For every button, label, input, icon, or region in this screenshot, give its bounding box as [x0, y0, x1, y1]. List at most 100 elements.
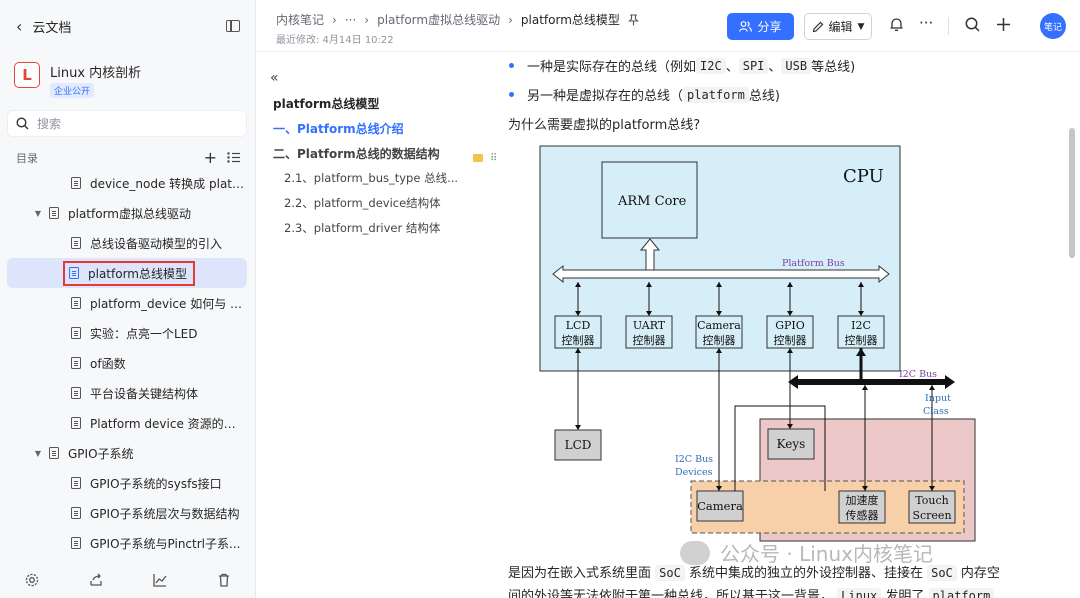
- i2c-devices-label: I2C Bus: [675, 454, 713, 465]
- chevron-right-icon: ›: [508, 12, 513, 27]
- bell-icon[interactable]: [890, 17, 903, 32]
- search-input[interactable]: 搜索: [7, 110, 247, 137]
- bullet-item: 一种是实际存在的总线（例如 I2C 、 SPI 、 USB 等总线): [509, 56, 855, 75]
- back-arrow-icon[interactable]: ‹: [16, 17, 22, 36]
- search-icon[interactable]: [965, 17, 980, 32]
- document-icon: [71, 537, 81, 549]
- outline-item[interactable]: 2.1、platform_bus_type 总线...: [284, 170, 458, 186]
- share-out-icon[interactable]: [89, 573, 103, 587]
- outline-item[interactable]: 一、Platform总线介绍: [273, 120, 404, 137]
- caret-down-icon[interactable]: ▼: [33, 209, 43, 218]
- search-icon: [16, 117, 29, 130]
- i2c-bus-label: I2C Bus: [899, 369, 937, 380]
- knowledge-base[interactable]: L Linux 内核剖析 企业公开: [14, 62, 141, 98]
- settings-icon[interactable]: [25, 573, 39, 587]
- divider: [948, 17, 949, 35]
- add-icon[interactable]: +: [204, 148, 217, 167]
- document-icon: [71, 387, 81, 399]
- tree-item[interactable]: GPIO子系统层次与数据结构: [7, 498, 247, 528]
- crumb-more[interactable]: ···: [345, 13, 356, 27]
- tree-item[interactable]: of函数: [7, 348, 247, 378]
- document-icon: [71, 237, 81, 249]
- chevron-down-icon: ▼: [857, 21, 865, 32]
- arm-core-label: ARM Core: [617, 194, 687, 209]
- document-icon: [49, 207, 59, 219]
- paragraph: 间的外设等无法依附于第一种总线，所以基于这一背景， Linux 发明了 plat…: [508, 585, 995, 598]
- image-toolbar: ⠿: [469, 148, 501, 168]
- tree-item-active[interactable]: platform总线模型: [7, 258, 247, 288]
- camera-label: Camera: [697, 499, 743, 513]
- ctrl-suffix: 控制器: [562, 333, 595, 347]
- people-icon: [739, 21, 753, 32]
- chevron-right-icon: ›: [332, 12, 337, 27]
- gpio-ctrl-label: GPIO: [775, 319, 805, 332]
- lcd-ctrl-label: LCD: [566, 319, 591, 332]
- tree-item[interactable]: ▼ GPIO子系统: [7, 438, 247, 468]
- document-icon: [71, 507, 81, 519]
- platform-bus-label: Platform Bus: [782, 258, 845, 269]
- more-icon[interactable]: ···: [919, 14, 933, 32]
- document-icon: [69, 267, 79, 279]
- crumb-current[interactable]: platform总线模型: [521, 11, 620, 28]
- accel-label: 传感器: [846, 509, 879, 522]
- chevron-right-icon: ›: [364, 12, 370, 27]
- toc-label: 目录: [16, 151, 38, 165]
- edit-button[interactable]: 编辑 ▼: [804, 13, 872, 40]
- keys-label: Keys: [777, 437, 806, 451]
- document-icon: [71, 477, 81, 489]
- tree-item[interactable]: GPIO子系统的sysfs接口: [7, 468, 247, 498]
- tree-item[interactable]: 平台设备关键结构体: [7, 378, 247, 408]
- doc-tree: device_node 转换成 platfor... ▼ platform虚拟总线…: [7, 168, 247, 558]
- document-icon: [71, 357, 81, 369]
- document-icon: [49, 447, 59, 459]
- tree-item[interactable]: 总线设备驱动模型的引入: [7, 228, 247, 258]
- cpu-label: CPU: [843, 166, 884, 187]
- document-icon: [71, 417, 81, 429]
- sidebar: ‹ 云文档 L Linux 内核剖析 企业公开 搜索 目录 + device_n…: [0, 0, 256, 598]
- document-icon: [71, 327, 81, 339]
- plus-icon[interactable]: [996, 17, 1011, 32]
- outline-title[interactable]: platform总线模型: [273, 95, 379, 112]
- collapse-outline-icon[interactable]: «: [270, 70, 279, 86]
- collapse-sidebar-icon[interactable]: [226, 20, 240, 32]
- tree-item[interactable]: 实验：点亮一个LED: [7, 318, 247, 348]
- platform-bus-diagram: CPU ARM Core Platform Bus LCD 控制器 UART 控…: [539, 145, 976, 542]
- outline-item[interactable]: 2.3、platform_driver 结构体: [284, 220, 440, 236]
- bullet-item: 另一种是虚拟存在的总线（ platform 总线): [509, 85, 780, 104]
- kb-badge: 企业公开: [50, 83, 95, 98]
- search-placeholder: 搜索: [37, 117, 62, 131]
- tree-item[interactable]: Platform device 资源的获取: [7, 408, 247, 438]
- caret-down-icon[interactable]: ▼: [33, 449, 43, 458]
- kb-logo: L: [14, 62, 40, 88]
- avatar[interactable]: 笔记: [1040, 13, 1066, 39]
- drag-handle-icon[interactable]: ⠿: [490, 153, 497, 164]
- tree-item[interactable]: GPIO子系统与Pinctrl子系...: [7, 528, 247, 558]
- sidebar-footer: [0, 562, 256, 598]
- tree-item[interactable]: platform_device 如何与 pla...: [7, 288, 247, 318]
- ctrl-suffix: 控制器: [845, 333, 878, 347]
- crumb-notes[interactable]: 内核笔记: [276, 11, 324, 28]
- share-button[interactable]: 分享: [727, 13, 794, 40]
- stats-icon[interactable]: [153, 573, 167, 587]
- tree-item[interactable]: device_node 转换成 platfor...: [7, 168, 247, 198]
- list-settings-icon[interactable]: [227, 152, 240, 163]
- document-icon: [71, 177, 81, 189]
- outline-item[interactable]: 二、Platform总线的数据结构: [273, 145, 440, 162]
- uart-ctrl-label: UART: [633, 319, 666, 332]
- tree-item[interactable]: ▼ platform虚拟总线驱动: [7, 198, 247, 228]
- bullet-dot: [509, 63, 514, 68]
- document-icon: [71, 297, 81, 309]
- ctrl-suffix: 控制器: [703, 333, 736, 347]
- scrollbar-thumb[interactable]: [1069, 128, 1075, 258]
- i2c-devices-label: Devices: [675, 467, 713, 478]
- back-label[interactable]: 云文档: [32, 17, 226, 36]
- ctrl-suffix: 控制器: [633, 333, 666, 347]
- pin-icon[interactable]: [628, 13, 639, 26]
- outline-item[interactable]: 2.2、platform_device结构体: [284, 195, 441, 211]
- trash-icon[interactable]: [217, 573, 231, 587]
- pencil-icon: [812, 21, 823, 32]
- crumb-platform-driver[interactable]: platform虚拟总线驱动: [377, 11, 500, 28]
- image-icon[interactable]: [472, 154, 483, 162]
- wechat-icon: [680, 540, 710, 565]
- last-modified: 最近修改: 4月14日 10:22: [276, 35, 394, 46]
